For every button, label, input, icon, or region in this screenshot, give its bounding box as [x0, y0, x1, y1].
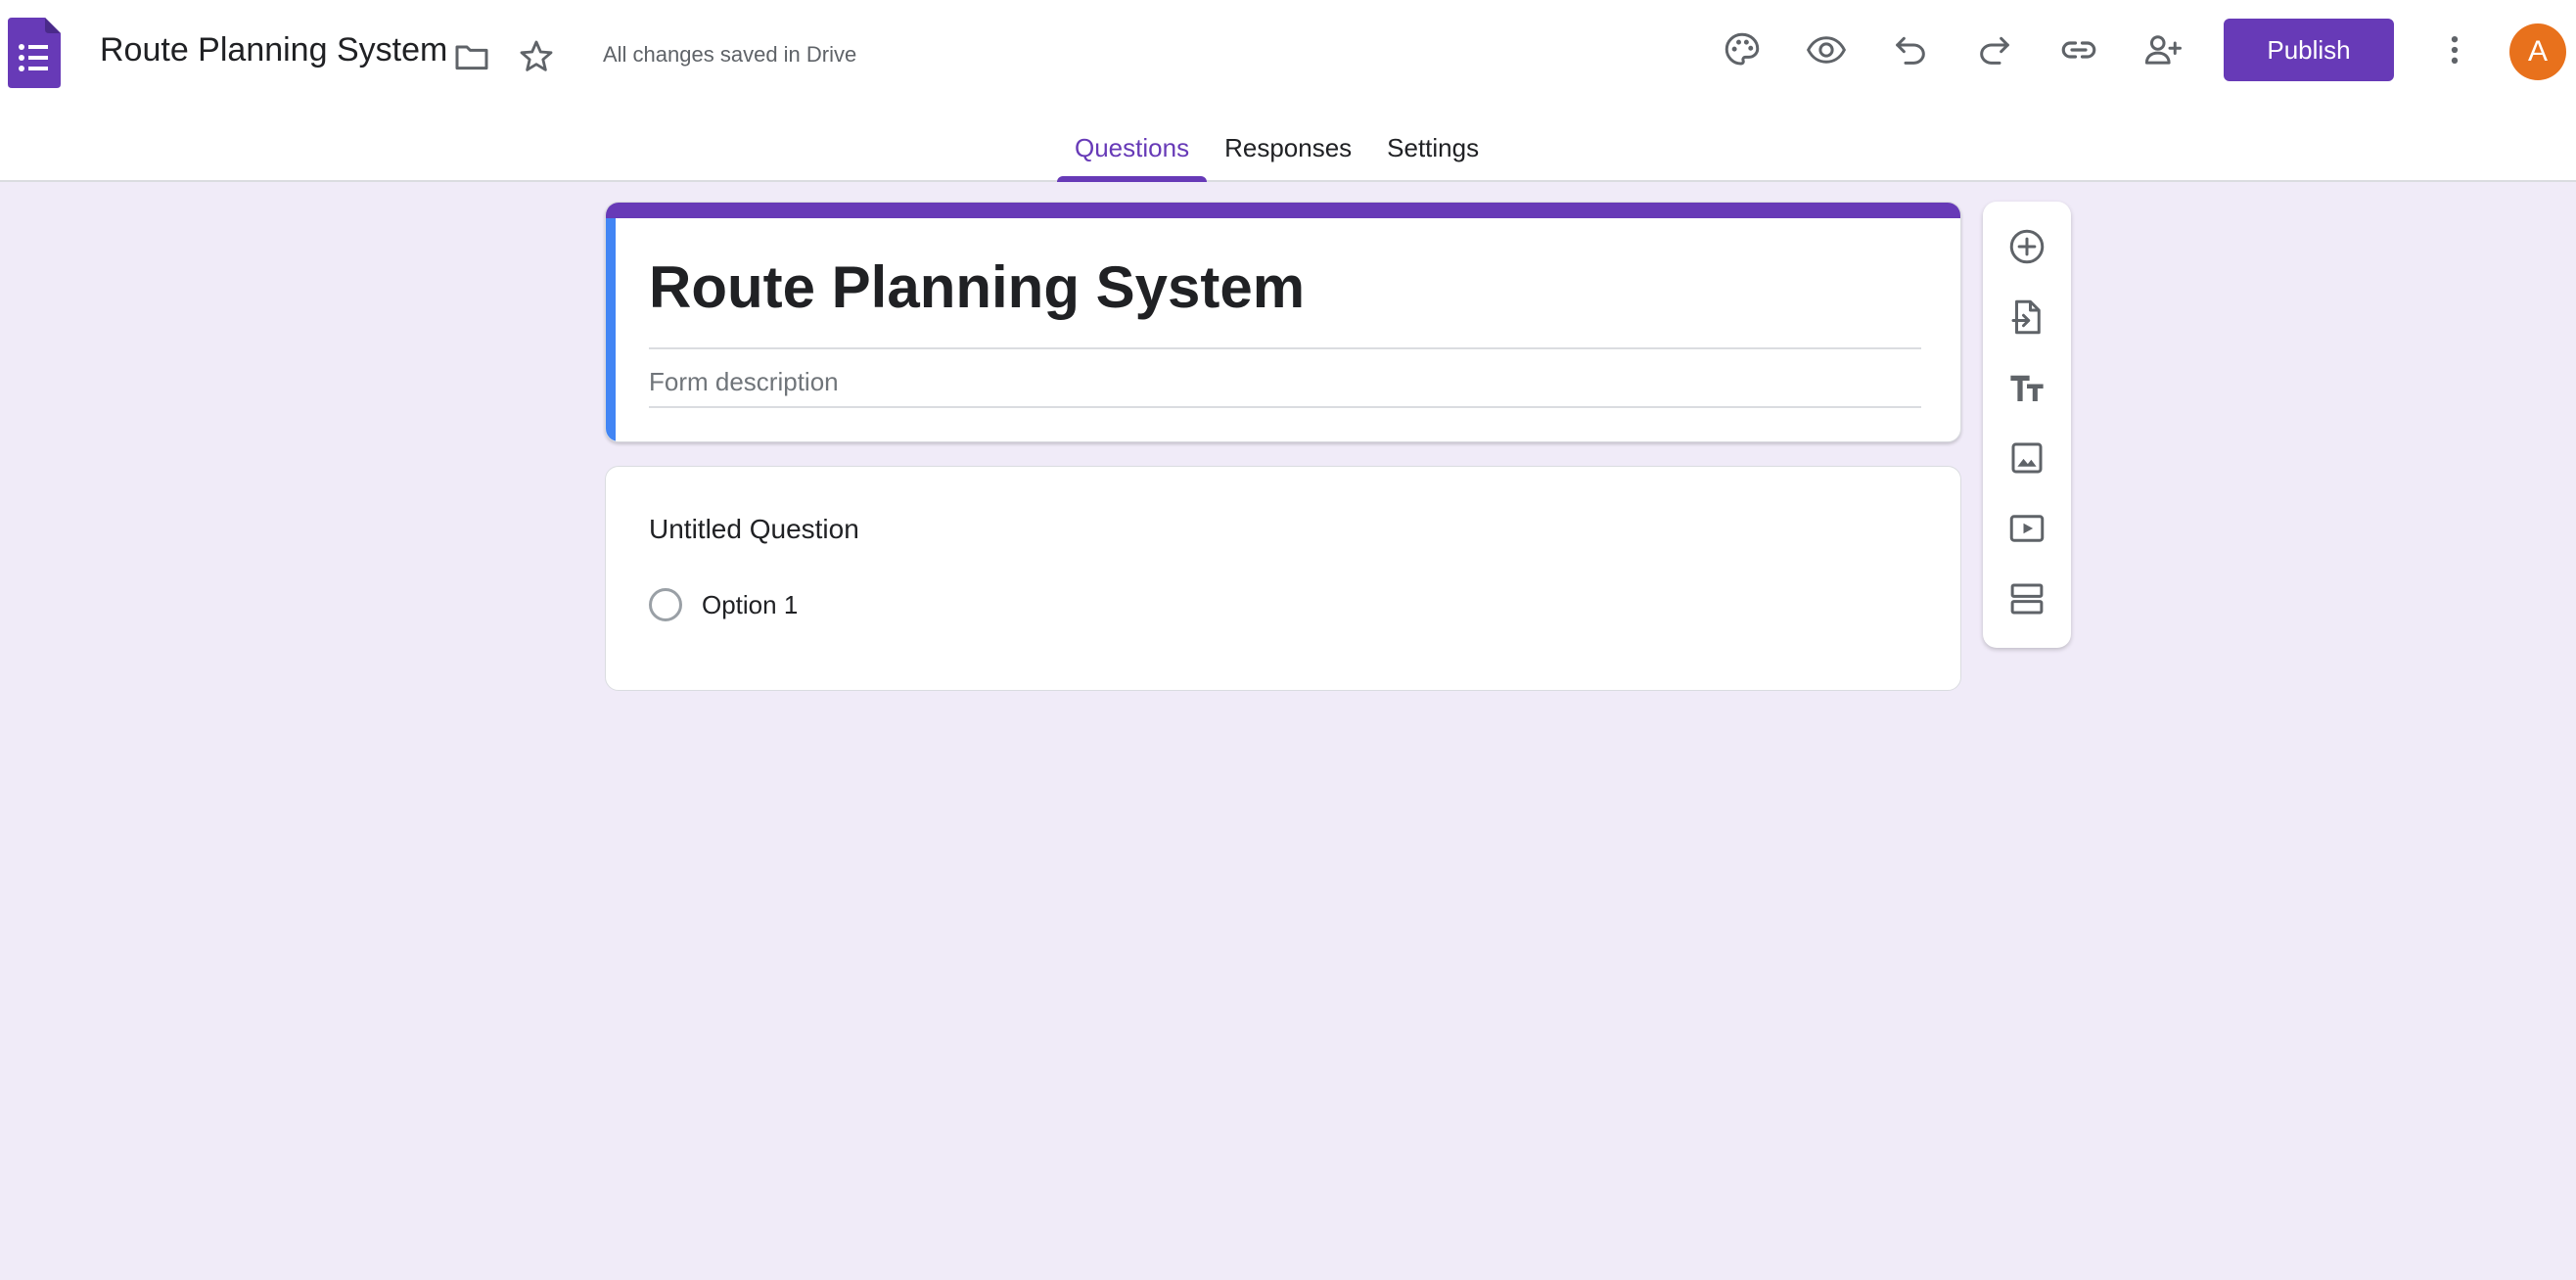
document-title[interactable]: Route Planning System	[100, 31, 447, 69]
add-section-icon	[2010, 583, 2044, 615]
app-header: Route Planning System All changes saved …	[0, 0, 2576, 182]
redo-button[interactable]	[1965, 21, 2024, 79]
add-title-icon	[2010, 375, 2044, 401]
add-video-icon	[2009, 515, 2045, 542]
copy-link-button[interactable]	[2049, 21, 2108, 79]
add-section-button[interactable]	[1998, 570, 2056, 628]
add-collaborators-button[interactable]	[2134, 21, 2192, 79]
add-image-icon	[2011, 442, 2043, 474]
form-title-card[interactable]: Route Planning System Form description	[605, 202, 1961, 442]
floating-toolbar	[1983, 202, 2071, 648]
import-questions-button[interactable]	[1998, 288, 2056, 346]
import-questions-icon	[2011, 299, 2041, 335]
preview-button[interactable]	[1797, 21, 1856, 79]
add-title-button[interactable]	[1998, 358, 2056, 417]
option-label[interactable]: Option 1	[702, 590, 798, 620]
tab-responses[interactable]: Responses	[1207, 127, 1369, 182]
card-focus-indicator	[606, 218, 616, 441]
palette-icon	[1725, 32, 1760, 66]
publish-button[interactable]: Publish	[2224, 19, 2394, 81]
link-icon	[2061, 41, 2096, 59]
question-title[interactable]: Untitled Question	[649, 514, 859, 545]
add-image-button[interactable]	[1998, 429, 2056, 487]
customize-theme-button[interactable]	[1713, 21, 1771, 79]
star-icon	[520, 40, 553, 71]
folder-icon	[455, 45, 488, 70]
avatar[interactable]: A	[2509, 23, 2566, 80]
eye-icon	[1806, 36, 1847, 64]
undo-button[interactable]	[1881, 21, 1940, 79]
more-vert-icon	[2451, 36, 2459, 64]
forms-logo-icon[interactable]	[8, 18, 61, 88]
star-button[interactable]	[507, 27, 566, 86]
form-title-input[interactable]: Route Planning System	[649, 253, 1921, 349]
folder-button[interactable]	[442, 27, 501, 86]
add-question-button[interactable]	[1998, 217, 2056, 276]
option-radio[interactable]	[649, 588, 682, 621]
tab-settings[interactable]: Settings	[1369, 127, 1496, 182]
tab-questions[interactable]: Questions	[1057, 127, 1208, 182]
add-question-icon	[2009, 229, 2045, 264]
question-card[interactable]: Untitled Question Option 1	[605, 466, 1961, 691]
more-options-button[interactable]	[2425, 21, 2484, 79]
card-top-accent	[606, 203, 1960, 218]
add-person-icon	[2144, 35, 2182, 65]
tab-bar: Questions Responses Settings	[1057, 127, 1496, 182]
form-description-input[interactable]: Form description	[649, 367, 1921, 408]
add-video-button[interactable]	[1998, 499, 2056, 558]
redo-icon	[1980, 36, 2009, 65]
undo-icon	[1896, 36, 1925, 65]
save-status: All changes saved in Drive	[603, 42, 857, 67]
